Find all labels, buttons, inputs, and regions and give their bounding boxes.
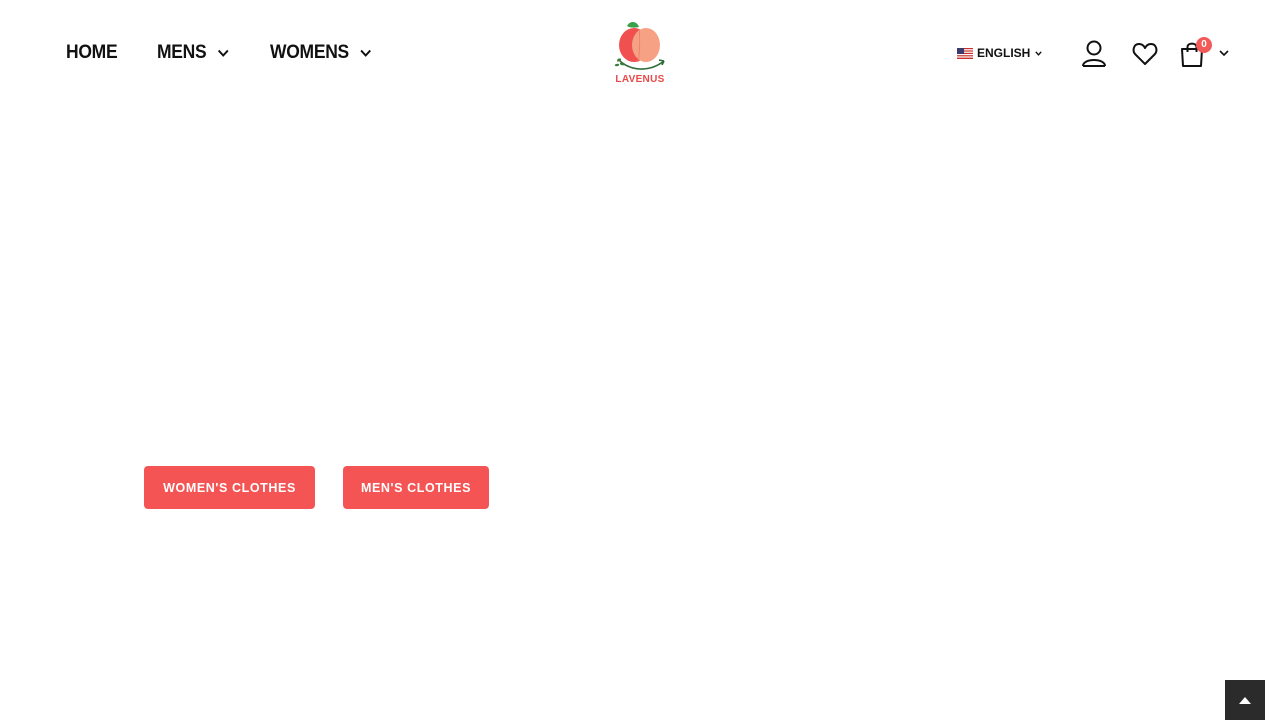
chevron-down-icon[interactable] bbox=[1219, 50, 1229, 56]
chevron-down-icon bbox=[359, 49, 371, 57]
logo-text: LAVENUS bbox=[615, 74, 665, 85]
back-to-top-button[interactable] bbox=[1225, 680, 1265, 720]
womens-clothes-button[interactable]: WOMEN'S CLOTHES bbox=[144, 466, 315, 509]
page: HOME MENS WOMENS LAVENUS ENGLISH 0 WOMEN… bbox=[0, 0, 1280, 720]
caret-up-icon bbox=[1239, 696, 1251, 704]
cart-count-badge: 0 bbox=[1196, 37, 1212, 53]
peach-logo-icon bbox=[614, 21, 665, 70]
nav-item-mens[interactable]: MENS bbox=[156, 42, 229, 64]
nav-item-label: WOMENS bbox=[269, 42, 349, 63]
language-selector[interactable]: ENGLISH bbox=[957, 46, 1043, 60]
heart-icon[interactable] bbox=[1132, 42, 1158, 66]
nav-item-womens[interactable]: WOMENS bbox=[270, 42, 371, 64]
nav-item-label: MENS bbox=[156, 42, 207, 63]
mens-clothes-button[interactable]: MEN'S CLOTHES bbox=[343, 466, 489, 509]
language-label: ENGLISH bbox=[977, 46, 1031, 60]
nav-item-label: HOME bbox=[66, 42, 118, 63]
nav-item-home[interactable]: HOME bbox=[66, 42, 118, 64]
chevron-down-icon bbox=[217, 49, 229, 57]
site-logo[interactable]: LAVENUS bbox=[610, 16, 670, 90]
us-flag-icon bbox=[957, 47, 973, 59]
site-header: HOME MENS WOMENS LAVENUS ENGLISH 0 bbox=[0, 0, 1280, 108]
user-icon[interactable] bbox=[1081, 40, 1107, 67]
main-nav: HOME MENS WOMENS bbox=[66, 42, 414, 64]
chevron-down-icon bbox=[1035, 50, 1043, 56]
